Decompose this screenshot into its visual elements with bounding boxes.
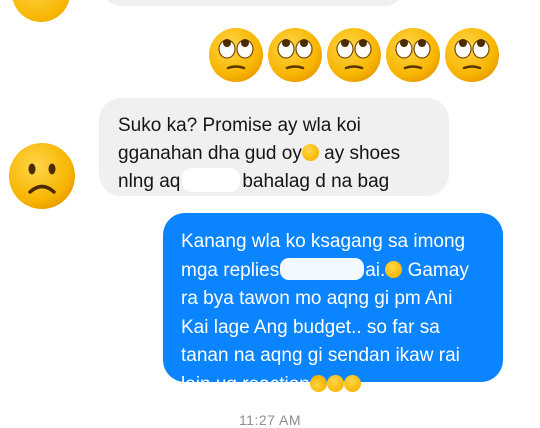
- rolling-eyes-emoji-icon: [326, 27, 382, 83]
- incoming-line-3: nlng aq bahalag d na bag: [118, 168, 431, 196]
- outgoing-line-4: Kai lage Ang budget.. so far sa: [181, 316, 440, 338]
- incoming-line-2: gganahan dha gud oy ay shoes: [118, 143, 401, 164]
- outgoing-line-5: tanan na aqng gi sendan ikaw rai: [181, 345, 460, 366]
- rolling-eyes-emoji-icon: [208, 27, 264, 83]
- rolling-eyes-emoji-icon: [385, 27, 441, 83]
- redaction-mark: [182, 168, 241, 192]
- frowning-face-emoji-icon: [385, 260, 403, 278]
- outgoing-line-2: mga replies ai. Gamay: [181, 257, 469, 281]
- previous-message-bubble[interactable]: [103, 0, 403, 6]
- pensive-face-emoji-icon: [301, 144, 319, 161]
- screaming-face-emoji-icon: [309, 374, 327, 392]
- sad-face-avatar-icon[interactable]: [8, 142, 76, 210]
- frowning-face-emoji-icon: [326, 374, 344, 392]
- outgoing-line-6: lain ug reaction: [181, 371, 489, 400]
- outgoing-line-3: ra bya tawon mo aqng gi pm Ani: [181, 288, 453, 309]
- outgoing-line-1: Kanang wla ko ksagang sa imong: [181, 231, 466, 252]
- incoming-line-1: Suko ka? Promise ay wla koi: [118, 115, 361, 136]
- incoming-message-bubble[interactable]: Suko ka? Promise ay wla koi gganahan dha…: [99, 98, 449, 196]
- frowning-face-emoji-icon: [343, 374, 361, 392]
- rolling-eyes-emoji-icon: [267, 27, 323, 83]
- rolling-eyes-emoji-icon: [444, 27, 500, 83]
- rolling-eyes-emoji-row: [208, 27, 500, 83]
- outgoing-message-bubble[interactable]: Kanang wla ko ksagang sa imong mga repli…: [163, 213, 503, 395]
- sender-avatar-top[interactable]: [12, 0, 70, 22]
- redaction-mark: [280, 257, 365, 280]
